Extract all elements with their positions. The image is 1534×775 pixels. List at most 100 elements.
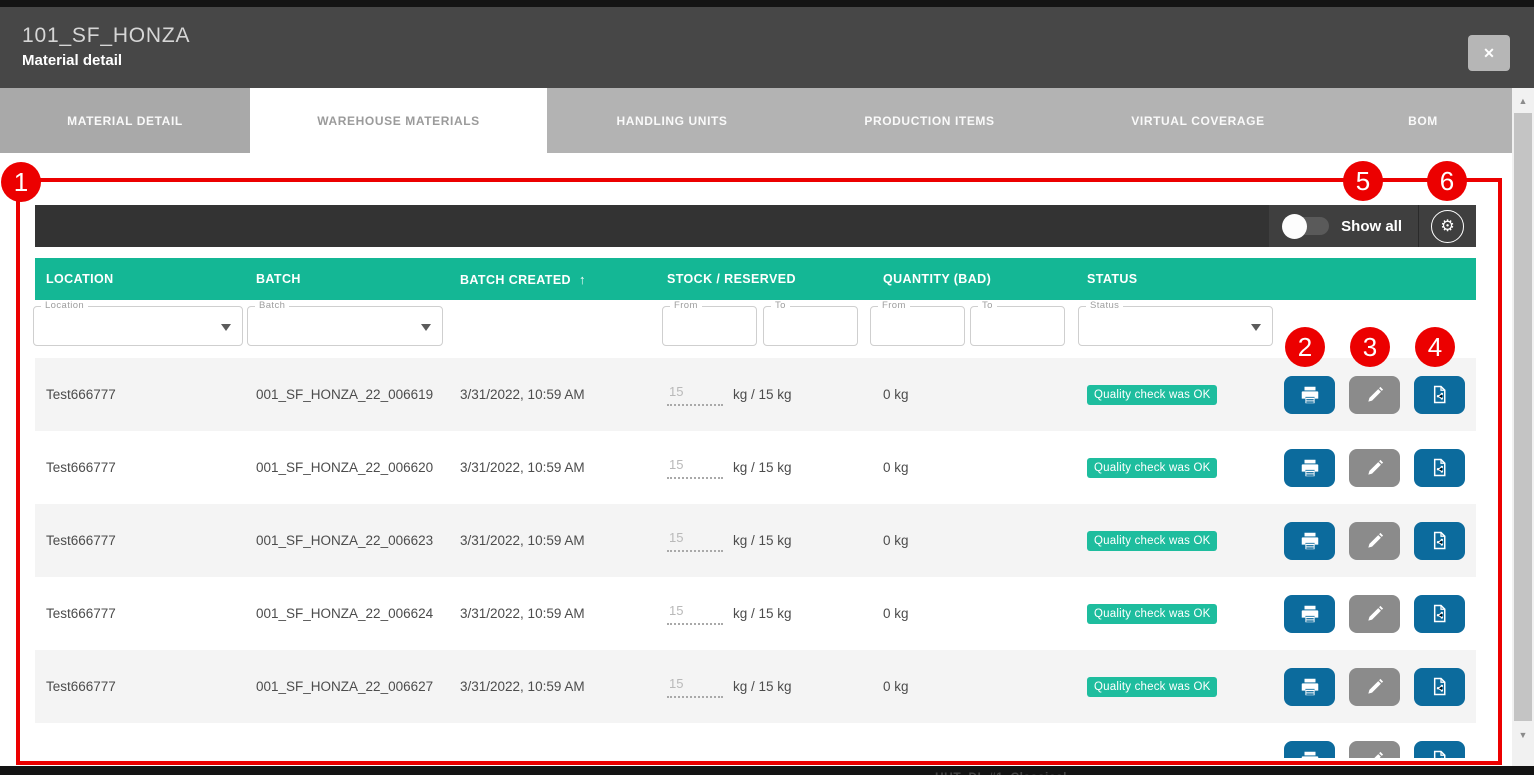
material-code-title: 101_SF_HONZA <box>22 24 190 48</box>
table-toolbar: Show all ⚙ <box>35 205 1476 247</box>
annotation-marker-6: 6 <box>1427 161 1467 201</box>
scroll-down-arrow-icon[interactable]: ▼ <box>1512 726 1534 744</box>
stock-quantity-input[interactable]: 15 <box>667 384 723 406</box>
stock-reserved-cell: 15 kg / 15 kg <box>660 676 875 698</box>
printer-icon <box>1299 749 1321 759</box>
toggle-knob-icon <box>1282 214 1307 239</box>
toolbar-table-gap <box>35 247 1476 258</box>
filter-bad-from-input[interactable]: From <box>870 306 965 346</box>
chevron-down-icon <box>221 324 231 331</box>
settings-button[interactable]: ⚙ <box>1431 210 1464 243</box>
stock-quantity-input[interactable]: 15 <box>667 676 723 698</box>
status-badge: Quality check was OK <box>1087 531 1217 551</box>
stock-reserved-cell: 15 kg / 15 kg <box>660 603 875 625</box>
edit-button[interactable] <box>1349 376 1400 414</box>
edit-button[interactable] <box>1349 449 1400 487</box>
column-header-quantity-bad[interactable]: QUANTITY (BAD) <box>875 272 1080 286</box>
tab-bar: MATERIAL DETAIL WAREHOUSE MATERIALS HAND… <box>0 88 1512 153</box>
row-actions <box>1270 741 1476 759</box>
sort-ascending-icon: ↑ <box>579 272 586 287</box>
export-button[interactable] <box>1414 595 1465 633</box>
toolbar-right-section: Show all ⚙ <box>1269 205 1476 247</box>
status-cell: Quality check was OK <box>1080 604 1270 624</box>
printer-icon <box>1299 530 1321 552</box>
file-share-icon <box>1429 530 1450 551</box>
table-row: Test666777 001_SF_HONZA_22_006623 3/31/2… <box>35 504 1476 577</box>
filter-batch-select[interactable]: Batch <box>247 306 443 346</box>
quantity-bad-cell: 0 kg <box>875 460 1080 475</box>
scroll-up-arrow-icon[interactable]: ▲ <box>1512 92 1534 110</box>
print-button[interactable] <box>1284 595 1335 633</box>
print-button[interactable] <box>1284 668 1335 706</box>
edit-button[interactable] <box>1349 741 1400 759</box>
column-header-batch-created[interactable]: BATCH CREATED↑ <box>455 272 660 287</box>
export-button[interactable] <box>1414 449 1465 487</box>
stock-quantity-input[interactable]: 15 <box>667 603 723 625</box>
filter-row: Location Batch From To From To Status <box>35 300 1476 358</box>
table-row: Test666777 001_SF_HONZA_22_006619 3/31/2… <box>35 358 1476 431</box>
batch-created-cell: 3/31/2022, 10:59 AM <box>455 460 660 475</box>
table-row: Test666777 001_SF_HONZA_22_006620 3/31/2… <box>35 431 1476 504</box>
print-button[interactable] <box>1284 376 1335 414</box>
top-window-strip <box>0 0 1534 7</box>
printer-icon <box>1299 457 1321 479</box>
table-row: Test666777 001_SF_HONZA_22_006624 3/31/2… <box>35 577 1476 650</box>
batch-created-cell: 3/31/2022, 10:59 AM <box>455 387 660 402</box>
scrollbar-thumb[interactable] <box>1514 113 1532 721</box>
tab-bom[interactable]: BOM <box>1334 88 1512 153</box>
print-button[interactable] <box>1284 522 1335 560</box>
batch-cell: 001_SF_HONZA_22_006624 <box>245 606 455 621</box>
tab-handling-units[interactable]: HANDLING UNITS <box>547 88 797 153</box>
gear-icon: ⚙ <box>1440 218 1454 235</box>
filter-stock-to-input[interactable]: To <box>763 306 858 346</box>
filter-bad-to-input[interactable]: To <box>970 306 1065 346</box>
tab-production-items[interactable]: PRODUCTION ITEMS <box>797 88 1062 153</box>
location-cell: Test666777 <box>35 533 245 548</box>
modal-header: 101_SF_HONZA Material detail ✕ <box>0 7 1534 88</box>
status-badge: Quality check was OK <box>1087 385 1217 405</box>
tab-warehouse-materials[interactable]: WAREHOUSE MATERIALS <box>250 88 547 153</box>
stock-quantity-input[interactable]: 15 <box>667 457 723 479</box>
column-header-batch[interactable]: BATCH <box>245 272 455 286</box>
stock-quantity-input[interactable]: 15 <box>667 530 723 552</box>
printer-icon <box>1299 384 1321 406</box>
column-header-stock-reserved[interactable]: STOCK / RESERVED <box>660 272 875 286</box>
export-button[interactable] <box>1414 668 1465 706</box>
status-cell: Quality check was OK <box>1080 677 1270 697</box>
edit-button[interactable] <box>1349 522 1400 560</box>
print-button[interactable] <box>1284 449 1335 487</box>
export-button[interactable] <box>1414 376 1465 414</box>
location-cell: Test666777 <box>35 460 245 475</box>
batch-cell: 001_SF_HONZA_22_006619 <box>245 387 455 402</box>
pencil-icon <box>1365 750 1385 759</box>
tab-material-detail[interactable]: MATERIAL DETAIL <box>0 88 250 153</box>
column-header-status[interactable]: STATUS <box>1080 272 1270 286</box>
column-header-location[interactable]: LOCATION <box>35 272 245 286</box>
stock-reserved-cell: 15 kg / 15 kg <box>660 384 875 406</box>
close-button[interactable]: ✕ <box>1468 35 1510 71</box>
annotation-marker-5: 5 <box>1343 161 1383 201</box>
export-button[interactable] <box>1414 522 1465 560</box>
show-all-toggle[interactable] <box>1285 217 1329 235</box>
batch-created-cell: 3/31/2022, 10:59 AM <box>455 606 660 621</box>
location-cell: Test666777 <box>35 679 245 694</box>
filter-location-select[interactable]: Location <box>33 306 243 346</box>
tab-virtual-coverage[interactable]: VIRTUAL COVERAGE <box>1062 88 1334 153</box>
material-detail-modal: 101_SF_HONZA Material detail ✕ MATERIAL … <box>0 0 1534 775</box>
annotation-marker-2: 2 <box>1285 327 1325 367</box>
file-share-icon <box>1429 603 1450 624</box>
stock-reserved-cell: 15 kg / 15 kg <box>660 530 875 552</box>
print-button[interactable] <box>1284 741 1335 759</box>
printer-icon <box>1299 603 1321 625</box>
filter-stock-from-input[interactable]: From <box>662 306 757 346</box>
stock-reserved-cell <box>660 756 875 758</box>
edit-button[interactable] <box>1349 595 1400 633</box>
row-actions <box>1270 595 1476 633</box>
show-all-label: Show all <box>1341 218 1402 235</box>
row-actions <box>1270 522 1476 560</box>
export-button[interactable] <box>1414 741 1465 759</box>
stock-reserved-cell: 15 kg / 15 kg <box>660 457 875 479</box>
filter-status-select[interactable]: Status <box>1078 306 1273 346</box>
location-cell: Test666777 <box>35 387 245 402</box>
edit-button[interactable] <box>1349 668 1400 706</box>
